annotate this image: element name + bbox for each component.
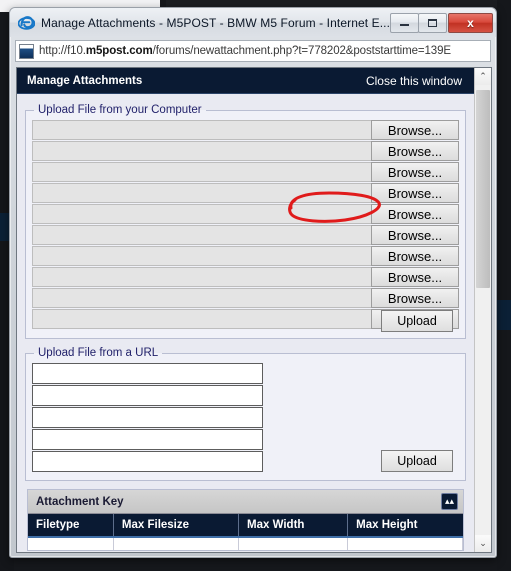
address-bar-row: http://f10.m5post.com/forums/newattachme… xyxy=(15,38,491,64)
attachment-key-header: Attachment Key ▴▴ xyxy=(28,490,463,514)
browser-viewport: Manage Attachments Close this window Upl… xyxy=(16,67,492,553)
upload-from-computer-legend: Upload File from your Computer xyxy=(38,104,202,116)
url-input[interactable] xyxy=(32,429,263,450)
address-input[interactable]: http://f10.m5post.com/forums/newattachme… xyxy=(15,40,491,62)
page-body: Upload File from your Computer Browse...… xyxy=(17,94,474,551)
browse-button[interactable]: Browse... xyxy=(371,288,459,308)
table-cell xyxy=(238,537,349,550)
window-titlebar[interactable]: Manage Attachments - M5POST - BMW M5 For… xyxy=(10,8,496,37)
file-path-input[interactable] xyxy=(32,120,371,140)
url-input[interactable] xyxy=(32,407,263,428)
window-control-buttons: x xyxy=(390,12,493,33)
attachment-key-header-row: Filetype Max Filesize Max Width Max Height xyxy=(28,514,463,538)
browser-popup-window: Manage Attachments - M5POST - BMW M5 For… xyxy=(9,7,497,558)
file-path-input[interactable] xyxy=(32,183,371,203)
column-header: Max Filesize xyxy=(113,514,240,538)
file-path-input[interactable] xyxy=(32,288,371,308)
file-upload-rows: Browse... Browse... Browse... Browse... Brow… xyxy=(32,120,459,329)
file-upload-row: Browse... xyxy=(32,183,459,203)
url-text: http://f10.m5post.com/forums/newattachme… xyxy=(39,45,451,57)
file-path-input[interactable] xyxy=(32,141,371,161)
file-upload-row: Browse... xyxy=(32,225,459,245)
file-upload-row: Browse... xyxy=(32,267,459,287)
vertical-scrollbar[interactable]: ⌃ ⌄ xyxy=(474,68,491,552)
attachment-key-panel: Attachment Key ▴▴ Filetype Max Filesize Ma… xyxy=(27,489,464,551)
file-upload-row: Browse... xyxy=(32,288,459,308)
background-bar-right xyxy=(495,300,511,330)
file-upload-row: Browse... xyxy=(32,162,459,182)
file-upload-row: Browse... xyxy=(32,141,459,161)
file-path-input[interactable] xyxy=(32,267,371,287)
minimize-button[interactable] xyxy=(390,12,419,33)
browse-button[interactable]: Browse... xyxy=(371,267,459,287)
upload-from-computer-panel: Upload File from your Computer Browse...… xyxy=(25,104,466,339)
column-header: Max Width xyxy=(238,514,349,538)
table-cell xyxy=(28,537,114,550)
file-path-input[interactable] xyxy=(32,225,371,245)
url-prefix: http://f10. xyxy=(39,45,86,57)
file-path-input[interactable] xyxy=(32,246,371,266)
upload-from-url-panel: Upload File from a URL Upload xyxy=(25,347,466,481)
background-strip-right xyxy=(497,0,511,571)
browse-button[interactable]: Browse... xyxy=(371,246,459,266)
browse-button[interactable]: Browse... xyxy=(371,141,459,161)
attachment-key-title: Attachment Key xyxy=(36,495,124,508)
maximize-button[interactable] xyxy=(418,12,447,33)
url-upload-button-wrap: Upload xyxy=(32,450,459,472)
upload-from-url-legend: Upload File from a URL xyxy=(38,347,159,359)
url-domain: m5post.com xyxy=(85,45,153,57)
upload-files-button[interactable]: Upload xyxy=(381,310,453,332)
browse-button[interactable]: Browse... xyxy=(371,162,459,182)
close-this-window-link[interactable]: Close this window xyxy=(366,74,462,88)
table-cell xyxy=(347,537,463,550)
file-upload-row: Browse... xyxy=(32,120,459,140)
internet-explorer-icon xyxy=(18,14,35,31)
column-header: Filetype xyxy=(28,514,114,538)
file-upload-row: Browse... xyxy=(32,246,459,266)
browse-button[interactable]: Browse... xyxy=(371,120,459,140)
page-document-icon xyxy=(19,43,34,59)
scrollbar-thumb[interactable] xyxy=(476,90,490,288)
page-header: Manage Attachments Close this window xyxy=(17,68,474,94)
browse-button[interactable]: Browse... xyxy=(371,183,459,203)
attachment-key-table: Filetype Max Filesize Max Width Max Height xyxy=(28,514,463,550)
scroll-up-arrow-icon[interactable]: ⌃ xyxy=(475,68,491,85)
url-input[interactable] xyxy=(32,385,263,406)
file-path-input[interactable] xyxy=(32,309,371,329)
page-content-area: Manage Attachments Close this window Upl… xyxy=(17,68,474,552)
browse-button[interactable]: Browse... xyxy=(371,204,459,224)
close-button[interactable]: x xyxy=(448,12,493,33)
column-header: Max Height xyxy=(347,514,463,538)
file-path-input[interactable] xyxy=(32,204,371,224)
file-path-input[interactable] xyxy=(32,162,371,182)
upload-urls-button[interactable]: Upload xyxy=(381,450,453,472)
url-suffix: /forums/newattachment.php?t=778202&posts… xyxy=(152,45,451,57)
window-title: Manage Attachments - M5POST - BMW M5 For… xyxy=(41,15,391,30)
table-row xyxy=(28,537,463,550)
file-upload-row: Browse... xyxy=(32,204,459,224)
page-title: Manage Attachments xyxy=(27,74,143,87)
scroll-down-arrow-icon[interactable]: ⌄ xyxy=(475,535,491,552)
browse-button[interactable]: Browse... xyxy=(371,225,459,245)
url-input[interactable] xyxy=(32,363,263,384)
table-cell xyxy=(113,537,240,550)
collapse-up-icon[interactable]: ▴▴ xyxy=(441,493,458,510)
